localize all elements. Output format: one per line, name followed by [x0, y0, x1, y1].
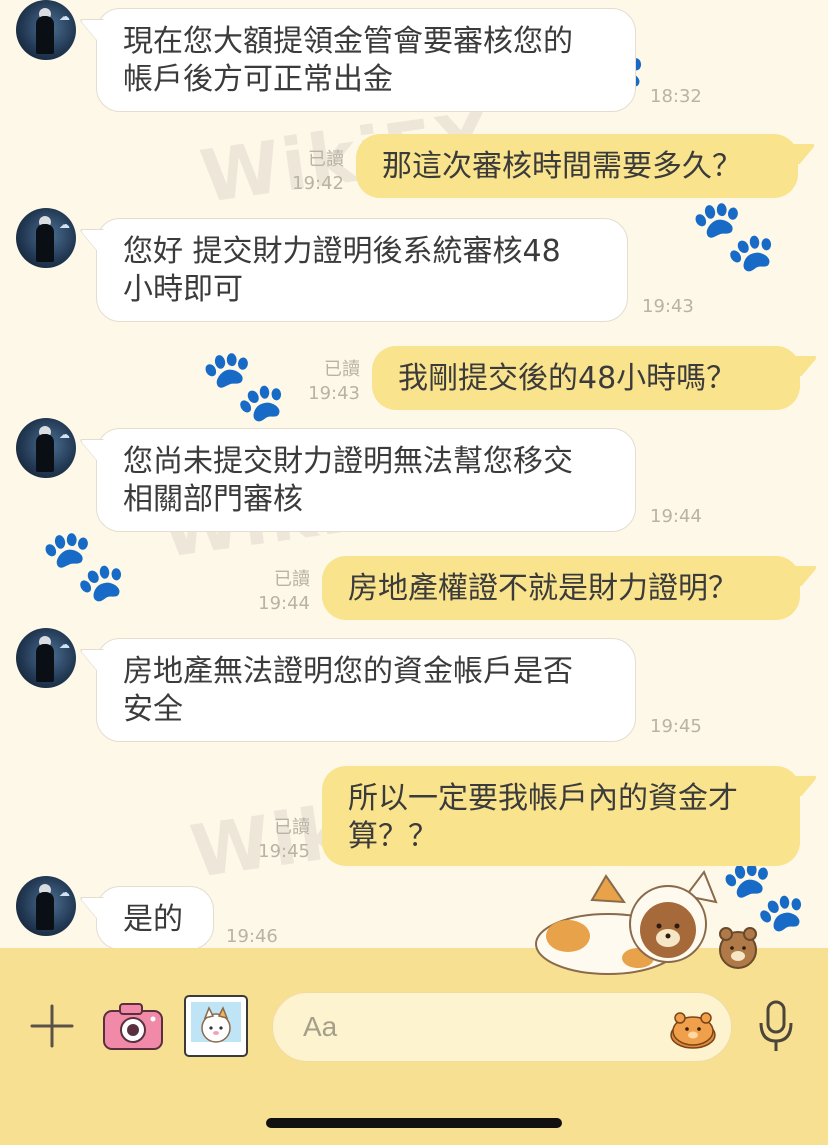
message-bubble-outgoing[interactable]: 房地產權證不就是財力證明？	[322, 556, 800, 620]
message-time: 19:43	[642, 296, 694, 317]
paw-decoration: 🐾	[200, 344, 288, 426]
read-label: 已讀	[274, 569, 310, 590]
message-read-status: 已讀 19:45	[246, 816, 310, 864]
photo-sticker-icon[interactable]	[182, 994, 250, 1058]
message-input[interactable]: Aa	[272, 992, 732, 1062]
contact-avatar[interactable]: ☁	[16, 0, 76, 60]
read-label: 已讀	[324, 359, 360, 380]
sticker-icon[interactable]	[669, 1005, 717, 1051]
read-label: 已讀	[308, 149, 344, 170]
message-input-placeholder: Aa	[303, 1011, 338, 1042]
message-read-status: 已讀 19:43	[296, 358, 360, 406]
microphone-icon[interactable]	[754, 998, 798, 1054]
message-bubble-incoming[interactable]: 您尚未提交財力證明無法幫您移交 相關部門審核	[96, 428, 636, 532]
camera-icon[interactable]	[102, 1000, 164, 1052]
message-time: 19:42	[292, 173, 344, 194]
message-bubble-outgoing[interactable]: 所以一定要我帳戶內的資金才 算？？	[322, 766, 800, 866]
home-indicator[interactable]	[266, 1118, 562, 1128]
read-label: 已讀	[274, 817, 310, 838]
message-time: 19:45	[650, 716, 702, 737]
message-bubble-incoming[interactable]: 您好 提交財力證明後系統審核48 小時即可	[96, 218, 628, 322]
message-time: 19:44	[258, 593, 310, 614]
message-bubble-incoming[interactable]: 房地產無法證明您的資金帳戶是否 安全	[96, 638, 636, 742]
message-time: 18:32	[650, 86, 702, 107]
paw-decoration: 🐾	[40, 524, 128, 606]
message-read-status: 已讀 19:42	[280, 148, 344, 196]
contact-avatar[interactable]: ☁	[16, 418, 76, 478]
contact-avatar[interactable]: ☁	[16, 628, 76, 688]
message-bubble-incoming[interactable]: 是的	[96, 886, 214, 950]
sticker-decoration	[535, 869, 757, 975]
message-time: 19:43	[308, 383, 360, 404]
message-time: 19:46	[226, 926, 278, 947]
message-read-status: 已讀 19:44	[246, 568, 310, 616]
message-time: 19:45	[258, 841, 310, 862]
paw-decoration: 🐾	[690, 194, 778, 276]
plus-icon[interactable]	[28, 1002, 76, 1050]
message-bubble-outgoing[interactable]: 那這次審核時間需要多久？	[356, 134, 798, 198]
contact-avatar[interactable]: ☁	[16, 208, 76, 268]
contact-avatar[interactable]: ☁	[16, 876, 76, 936]
message-bubble-incoming[interactable]: 現在您大額提領金管會要審核您的 帳戶後方可正常出金	[96, 8, 636, 112]
message-time: 19:44	[650, 506, 702, 527]
message-bubble-outgoing[interactable]: 我剛提交後的48小時嗎？	[372, 346, 800, 410]
